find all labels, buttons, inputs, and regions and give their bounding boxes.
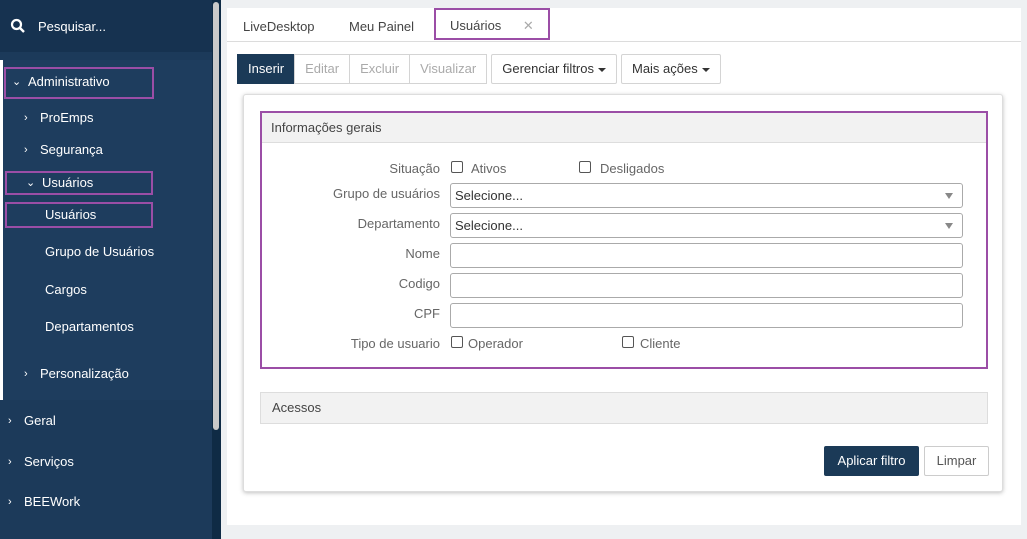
codigo-label: Codigo [398, 276, 440, 291]
sidebar-search[interactable]: Pesquisar... [0, 0, 221, 52]
editar-button[interactable]: Editar [294, 54, 351, 84]
sidebar-item-cargos[interactable]: Cargos [45, 282, 87, 297]
sidebar-scrollbar-thumb[interactable] [213, 2, 219, 430]
informacoes-gerais-section: Informações gerais Situação Ativos Desli… [260, 111, 988, 369]
select-value: Selecione... [455, 218, 523, 233]
sidebar-item-proemps[interactable]: › ProEmps [24, 110, 93, 125]
sidebar-item-label: Segurança [40, 142, 103, 157]
sidebar-item-seguranca[interactable]: › Segurança [24, 142, 103, 157]
limpar-button[interactable]: Limpar [924, 446, 989, 476]
grupo-select[interactable]: Selecione... [450, 183, 963, 208]
sidebar-item-label: Grupo de Usuários [45, 244, 155, 259]
cpf-label: CPF [414, 306, 440, 321]
excluir-button[interactable]: Excluir [349, 54, 411, 84]
sidebar-item-label: Serviços [24, 454, 74, 469]
button-label: Gerenciar filtros [502, 61, 594, 76]
operador-checkbox[interactable] [451, 336, 463, 348]
ativos-label: Ativos [471, 161, 507, 176]
sidebar-item-label: BEEWork [24, 494, 81, 509]
desligados-label: Desligados [600, 161, 665, 176]
aplicar-filtro-button[interactable]: Aplicar filtro [824, 446, 919, 476]
content-panel: LiveDesktop Meu Painel Usuários ✕ Inseri… [227, 8, 1021, 525]
gerenciar-filtros-button[interactable]: Gerenciar filtros [491, 54, 617, 84]
sidebar-item-beework[interactable]: › BEEWork [8, 494, 80, 509]
tab-meu-painel[interactable]: Meu Painel [349, 8, 414, 42]
cpf-input[interactable] [450, 303, 963, 328]
tab-label: Meu Painel [349, 19, 415, 34]
dropdown-arrow-icon [945, 223, 953, 229]
acessos-section[interactable]: Acessos [260, 392, 988, 424]
filter-card: Informações gerais Situação Ativos Desli… [243, 94, 1003, 492]
tab-livedesktop[interactable]: LiveDesktop [243, 8, 315, 42]
cliente-checkbox[interactable] [622, 336, 634, 348]
sidebar-item-label: Geral [24, 413, 56, 428]
chevron-right-icon: › [24, 143, 28, 156]
grupo-label: Grupo de usuários [333, 186, 440, 201]
situacao-label: Situação [389, 161, 440, 176]
search-icon [10, 18, 25, 33]
chevron-right-icon: › [24, 111, 28, 124]
sidebar-item-label: Cargos [45, 282, 87, 297]
toolbar: Inserir Editar Excluir Visualizar Gerenc… [237, 54, 721, 84]
active-group-indicator [0, 60, 3, 400]
close-icon[interactable]: ✕ [523, 18, 534, 33]
chevron-right-icon: › [24, 367, 28, 380]
highlight-usuarios-group [5, 171, 153, 195]
mais-acoes-button[interactable]: Mais ações [620, 54, 721, 84]
tab-label: Usuários [450, 18, 502, 33]
caret-down-icon [597, 67, 606, 72]
operador-label: Operador [468, 336, 523, 351]
nome-input[interactable] [450, 243, 963, 268]
chevron-right-icon: › [8, 455, 12, 468]
departamento-select[interactable]: Selecione... [450, 213, 963, 238]
departamento-label: Departamento [357, 216, 440, 231]
highlight-usuarios [5, 202, 153, 228]
sidebar-item-servicos[interactable]: › Serviços [8, 454, 74, 469]
sidebar-item-label: Personalização [40, 366, 129, 381]
sidebar-item-label: Departamentos [45, 319, 134, 334]
search-label: Pesquisar... [38, 18, 106, 34]
tab-bar: LiveDesktop Meu Painel Usuários ✕ [227, 8, 1021, 42]
chevron-right-icon: › [8, 414, 12, 427]
caret-down-icon [701, 67, 710, 72]
desligados-checkbox[interactable] [579, 161, 591, 173]
tipo-usuario-label: Tipo de usuario [350, 336, 440, 351]
button-label: Mais ações [631, 61, 698, 76]
inserir-button[interactable]: Inserir [237, 54, 296, 84]
sidebar-item-grupo-usuarios[interactable]: Grupo de Usuários [45, 244, 154, 259]
codigo-input[interactable] [450, 273, 963, 298]
sidebar-item-label: ProEmps [40, 110, 94, 125]
sidebar-item-geral[interactable]: › Geral [8, 413, 56, 428]
ativos-checkbox[interactable] [451, 161, 463, 173]
sidebar-item-departamentos[interactable]: Departamentos [45, 319, 134, 334]
dropdown-arrow-icon [945, 193, 953, 199]
select-value: Selecione... [455, 188, 523, 203]
chevron-right-icon: › [8, 495, 12, 508]
cliente-label: Cliente [640, 336, 681, 351]
nome-label: Nome [405, 246, 440, 261]
sidebar-item-personalizacao[interactable]: › Personalização [24, 366, 129, 381]
tab-label: LiveDesktop [243, 19, 315, 34]
sidebar: Pesquisar... ⌄ Administrativo › ProEmps … [0, 0, 221, 539]
section-title[interactable]: Informações gerais [262, 113, 986, 143]
highlight-administrativo [4, 67, 154, 99]
tab-usuarios[interactable]: Usuários ✕ [434, 8, 550, 40]
main-area: LiveDesktop Meu Painel Usuários ✕ Inseri… [221, 0, 1027, 539]
visualizar-button[interactable]: Visualizar [409, 54, 488, 84]
